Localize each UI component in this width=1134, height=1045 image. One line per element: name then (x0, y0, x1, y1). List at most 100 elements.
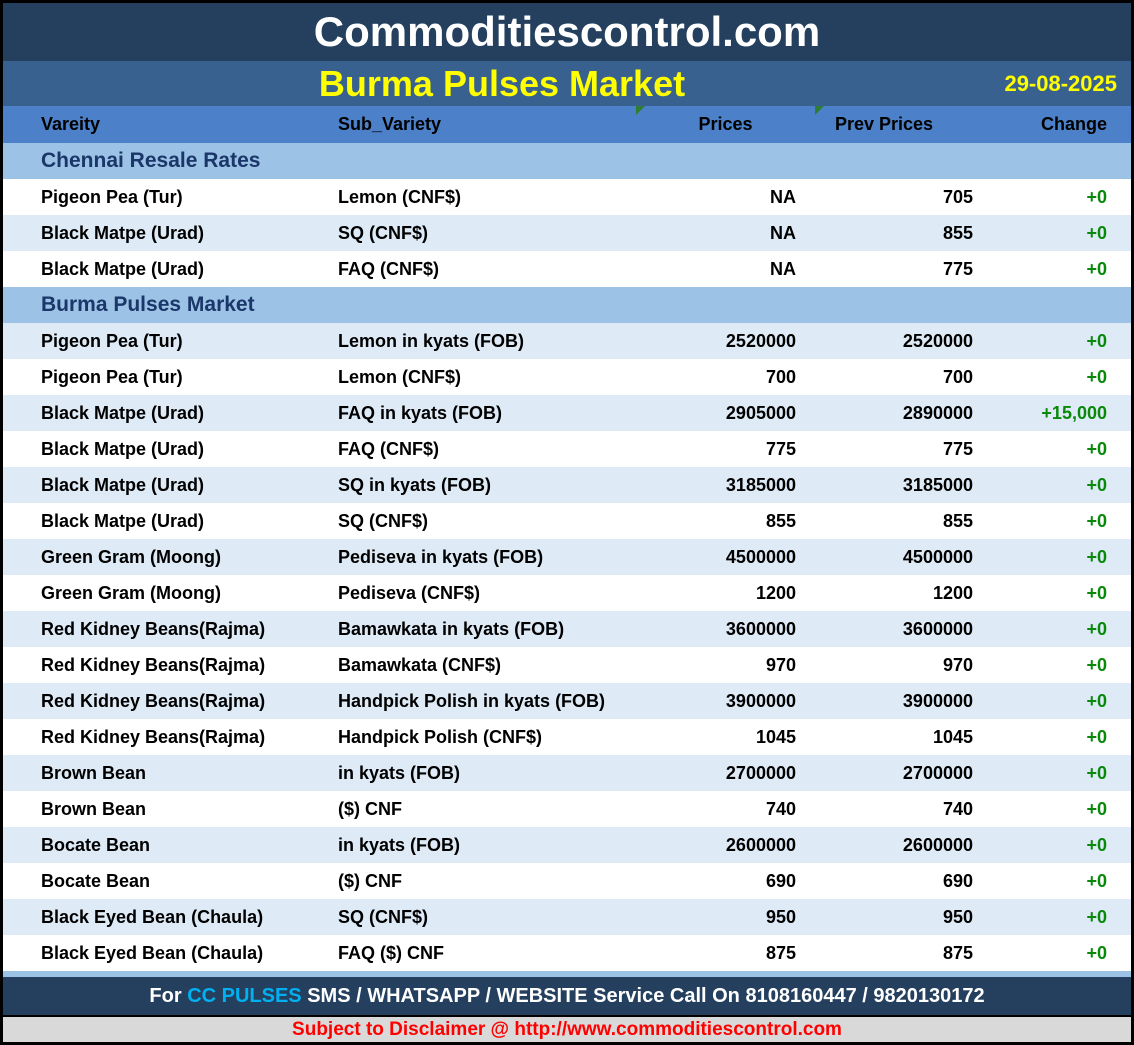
table-row: Black Eyed Bean (Chaula) FAQ ($) CNF 875 87… (3, 935, 1131, 971)
cell-flag-icon (815, 106, 824, 115)
table-row: Black Matpe (Urad) SQ in kyats (FOB) 31850… (3, 467, 1131, 503)
prev-price-cell: 4500000 (902, 546, 973, 567)
price-cell: 775 (765, 438, 796, 459)
change-cell: +0 (1086, 186, 1107, 207)
change-cell: +0 (1086, 798, 1107, 819)
site-title-bar: Commoditiescontrol.com (3, 3, 1131, 61)
table-row: Black Matpe (Urad) SQ (CNF$) NA 855 +0 (3, 215, 1131, 251)
sub-variety-cell: Lemon (CNF$) (338, 366, 461, 387)
report-title: Burma Pulses Market (318, 62, 686, 104)
report-date: 29-08-2025 (1004, 70, 1117, 96)
prev-price-cell: 775 (942, 438, 973, 459)
price-cell: 1045 (755, 726, 796, 747)
table-row: Bocate Bean in kyats (FOB) 2600000 2600000 +… (3, 827, 1131, 863)
change-cell: +0 (1086, 762, 1107, 783)
variety-cell: Red Kidney Beans(Rajma) (41, 618, 266, 639)
table-row: Red Kidney Beans(Rajma) Handpick Polish (… (3, 719, 1131, 755)
table-row: Pigeon Pea (Tur) Lemon (CNF$) NA 705 +0 (3, 179, 1131, 215)
price-cell: 970 (765, 654, 796, 675)
change-cell: +0 (1086, 366, 1107, 387)
prev-price-cell: 950 (942, 906, 973, 927)
change-cell: +15,000 (1041, 402, 1107, 423)
table-row: Red Kidney Beans(Rajma) Handpick Polish i… (3, 683, 1131, 719)
disclaimer-bar: Subject to Disclaimer @ http://www.commo… (3, 1015, 1131, 1042)
variety-cell: Green Gram (Moong) (41, 582, 222, 603)
change-cell: +0 (1086, 546, 1107, 567)
variety-cell: Pigeon Pea (Tur) (41, 186, 183, 207)
variety-cell: Brown Bean (41, 762, 147, 783)
price-cell: 690 (765, 870, 796, 891)
disclaimer-link[interactable]: Subject to Disclaimer @ http://www.commo… (292, 1019, 842, 1041)
change-cell: +0 (1086, 618, 1107, 639)
sub-variety-cell: ($) CNF (338, 798, 402, 819)
sub-variety-cell: SQ (CNF$) (338, 906, 428, 927)
column-header-sub-variety: Sub_Variety (330, 106, 636, 143)
table-row: Black Eyed Bean (Chaula) SQ (CNF$) 950 950 +… (3, 899, 1131, 935)
sub-variety-cell: SQ (CNF$) (338, 222, 428, 243)
table-row: Red Kidney Beans(Rajma) Bamawkata (CNF$) 9… (3, 647, 1131, 683)
variety-cell: Red Kidney Beans(Rajma) (41, 726, 266, 747)
variety-cell: Black Matpe (Urad) (41, 474, 205, 495)
service-info-bar: For CC PULSES SMS / WHATSAPP / WEBSITE S… (3, 977, 1131, 1015)
change-cell: +0 (1086, 582, 1107, 603)
variety-cell: Bocate Bean (41, 870, 151, 891)
sub-variety-cell: Handpick Polish in kyats (FOB) (338, 690, 606, 711)
prev-price-cell: 705 (942, 186, 973, 207)
prev-price-cell: 3600000 (902, 618, 973, 639)
change-cell: +0 (1086, 870, 1107, 891)
variety-cell: Red Kidney Beans(Rajma) (41, 654, 266, 675)
column-header-label: Prev Prices (834, 114, 934, 134)
prev-price-cell: 875 (942, 942, 973, 963)
prev-price-cell: 2700000 (902, 762, 973, 783)
variety-cell: Brown Bean (41, 798, 147, 819)
prev-price-cell: 970 (942, 654, 973, 675)
service-text-suffix: SMS / WHATSAPP / WEBSITE Service Call On… (301, 984, 985, 1007)
column-header-label: Change (1040, 114, 1107, 134)
column-header-row: Vareity Sub_Variety Prices Prev Prices C… (3, 106, 1131, 143)
sub-variety-cell: in kyats (FOB) (338, 762, 461, 783)
sub-variety-cell: Pediseva (CNF$) (338, 582, 481, 603)
price-cell: 740 (765, 798, 796, 819)
variety-cell: Black Matpe (Urad) (41, 258, 205, 279)
prev-price-cell: 775 (942, 258, 973, 279)
price-cell: 3600000 (725, 618, 796, 639)
rates-table: Vareity Sub_Variety Prices Prev Prices C… (3, 106, 1131, 971)
price-cell: 855 (765, 510, 796, 531)
prev-price-cell: 1045 (932, 726, 973, 747)
price-cell: 2520000 (725, 330, 796, 351)
change-cell: +0 (1086, 510, 1107, 531)
variety-cell: Black Matpe (Urad) (41, 438, 205, 459)
variety-cell: Black Matpe (Urad) (41, 222, 205, 243)
sub-variety-cell: ($) CNF (338, 870, 402, 891)
column-header-label: Sub_Variety (338, 114, 442, 134)
column-header-change: Change (993, 106, 1131, 143)
variety-cell: Red Kidney Beans(Rajma) (41, 690, 266, 711)
variety-cell: Black Eyed Bean (Chaula) (41, 906, 264, 927)
change-cell: +0 (1086, 474, 1107, 495)
sub-variety-cell: SQ in kyats (FOB) (338, 474, 492, 495)
prev-price-cell: 2600000 (902, 834, 973, 855)
variety-cell: Black Matpe (Urad) (41, 510, 205, 531)
price-cell: 875 (765, 942, 796, 963)
service-brand: CC PULSES (187, 984, 302, 1007)
variety-cell: Bocate Bean (41, 834, 151, 855)
sub-variety-cell: Pediseva in kyats (FOB) (338, 546, 544, 567)
table-row: Bocate Bean ($) CNF 690 690 +0 (3, 863, 1131, 899)
change-cell: +0 (1086, 330, 1107, 351)
section-header-row: Chennai Resale Rates (3, 143, 1131, 179)
sub-variety-cell: in kyats (FOB) (338, 834, 461, 855)
service-text-prefix: For (149, 984, 188, 1007)
price-cell: 2700000 (725, 762, 796, 783)
price-cell: 1200 (755, 582, 796, 603)
table-row: Brown Bean ($) CNF 740 740 +0 (3, 791, 1131, 827)
sub-variety-cell: FAQ in kyats (FOB) (338, 402, 503, 423)
column-header-label: Vareity (41, 114, 101, 134)
change-cell: +0 (1086, 906, 1107, 927)
sub-variety-cell: Bamawkata in kyats (FOB) (338, 618, 565, 639)
table-row: Black Matpe (Urad) FAQ (CNF$) NA 775 +0 (3, 251, 1131, 287)
prev-price-cell: 2520000 (902, 330, 973, 351)
price-cell: 2905000 (725, 402, 796, 423)
prev-price-cell: 3185000 (902, 474, 973, 495)
column-header-prices: Prices (636, 106, 815, 143)
section-header-row: Burma Pulses Market (3, 287, 1131, 323)
